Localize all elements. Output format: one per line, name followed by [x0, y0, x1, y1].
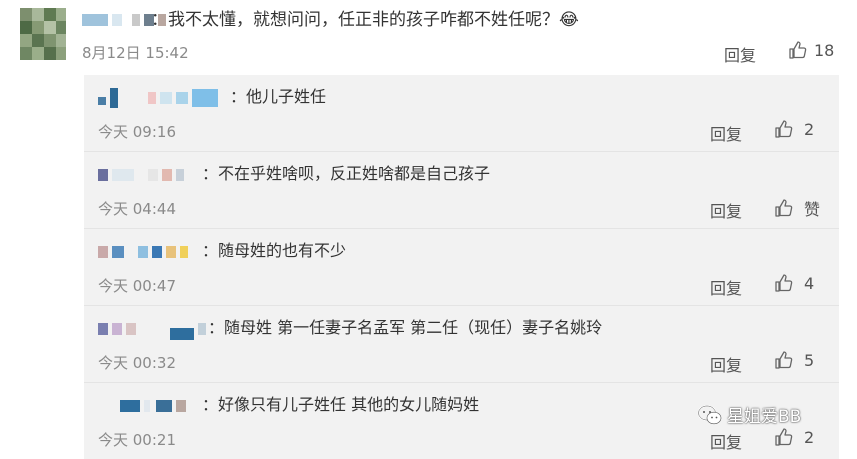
reply-time: 今天 09:16 [98, 123, 176, 141]
like-count: 5 [804, 350, 815, 370]
reply-item: ：他儿子姓任 今天 09:16 回复 2 [84, 75, 839, 152]
wechat-icon [697, 404, 722, 424]
reply-text: ：随母姓 第一任妻子名孟军 第二任（现任）妻子名姚玲 [208, 318, 603, 337]
comment-time: 8月12日 15:42 [82, 44, 189, 62]
like-count: 2 [804, 427, 815, 447]
username-blurred[interactable] [98, 241, 192, 263]
thumbs-up-icon [775, 120, 793, 138]
username-blurred[interactable] [98, 164, 188, 186]
reply-button[interactable]: 回复 [724, 42, 756, 66]
like-count: 赞 [804, 200, 821, 219]
watermark-text: 星姐爱BB [727, 407, 802, 427]
watermark: 星姐爱BB [697, 402, 801, 427]
like-button[interactable]: 4 [774, 273, 814, 293]
reply-item: ：不在乎姓啥呗，反正姓啥都是自己孩子 今天 04:44 回复 赞 [84, 152, 839, 229]
reply-text: ：他儿子姓任 [230, 87, 327, 106]
reply-item: ：随母姓 第一任妻子名孟军 第二任（现任）妻子名姚玲 今天 00:32 回复 5 [84, 306, 839, 383]
reply-time: 今天 00:32 [98, 354, 176, 372]
thumbs-up-icon [775, 428, 793, 446]
thumbs-up-icon [775, 274, 793, 292]
like-button[interactable]: 2 [774, 427, 814, 447]
like-button[interactable]: 赞 [774, 196, 820, 220]
username-blurred[interactable] [120, 395, 190, 417]
reply-time: 今天 04:44 [98, 200, 176, 218]
comment-text: ：我不太懂，就想问问，任正非的孩子咋都不姓任呢？😂 [151, 10, 579, 30]
reply-button[interactable]: 回复 [710, 352, 742, 376]
reply-text: ：不在乎姓啥呗，反正姓啥都是自己孩子 [202, 164, 491, 183]
username-blurred[interactable] [98, 318, 210, 340]
like-count: 4 [804, 273, 815, 293]
reply-time: 今天 00:21 [98, 431, 176, 449]
username-blurred[interactable] [98, 87, 222, 109]
thumbs-up-icon [775, 199, 793, 217]
thumbs-up-icon [789, 41, 807, 59]
main-comment: ：我不太懂，就想问问，任正非的孩子咋都不姓任呢？😂 8月12日 15:42 回复… [0, 0, 857, 75]
like-button[interactable]: 2 [774, 119, 814, 139]
thumbs-up-icon [775, 351, 793, 369]
like-button[interactable]: 5 [774, 350, 814, 370]
reply-item: ：随母姓的也有不少 今天 00:47 回复 4 [84, 229, 839, 306]
reply-button[interactable]: 回复 [710, 121, 742, 145]
like-count: 2 [804, 119, 815, 139]
reply-button[interactable]: 回复 [710, 275, 742, 299]
reply-button[interactable]: 回复 [710, 198, 742, 222]
like-button[interactable]: 18 [788, 40, 834, 60]
reply-text: ：好像只有儿子姓任 其他的女儿随妈姓 [202, 395, 480, 414]
reply-button[interactable]: 回复 [710, 429, 742, 453]
avatar[interactable] [20, 8, 66, 60]
like-count: 18 [814, 40, 835, 60]
reply-time: 今天 00:47 [98, 277, 176, 295]
reply-text: ：随母姓的也有不少 [202, 241, 347, 260]
